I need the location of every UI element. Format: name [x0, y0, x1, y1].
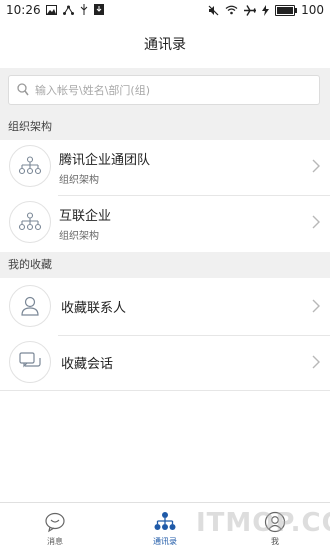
- org-item-title: 腾讯企业通团队: [59, 153, 151, 168]
- mute-icon: [208, 5, 219, 15]
- wifi-icon: [225, 5, 238, 15]
- airplane-icon: [244, 4, 257, 16]
- image-icon: [46, 4, 57, 15]
- download-icon: [94, 4, 104, 15]
- org-chart-icon: [18, 212, 42, 231]
- favorite-avatar: [9, 341, 51, 383]
- tab-messages[interactable]: 消息: [0, 503, 110, 551]
- status-left-icons: [46, 4, 104, 15]
- tab-label: 消息: [47, 537, 63, 546]
- search-bar: [0, 68, 330, 114]
- search-input[interactable]: [35, 80, 305, 100]
- page-title: 通讯录: [0, 22, 330, 68]
- watermark: ITMOP.COM: [196, 508, 330, 538]
- org-chart-icon: [154, 512, 176, 530]
- org-chart-icon: [18, 156, 42, 175]
- org-avatar: [9, 201, 51, 243]
- favorite-item-title: 收藏会话: [61, 357, 114, 372]
- favorite-item-contacts[interactable]: 收藏联系人: [0, 280, 330, 334]
- favorite-item-title: 收藏联系人: [61, 301, 127, 316]
- chat-bubbles-icon: [19, 352, 41, 368]
- status-bar: 10:26 100: [0, 0, 330, 22]
- status-time: 10:26: [6, 3, 41, 17]
- share-icon: [63, 5, 74, 15]
- battery-percent: 100: [301, 3, 324, 17]
- list-bottom-divider: [0, 390, 330, 391]
- search-icon: [17, 83, 29, 96]
- chevron-right-icon: [312, 159, 320, 173]
- org-item-title: 互联企业: [59, 209, 112, 224]
- person-icon: [21, 296, 39, 316]
- chat-icon: [45, 512, 65, 533]
- chevron-right-icon: [312, 299, 320, 313]
- status-right-icons: 100: [208, 3, 324, 17]
- section-header-org: 组织架构: [0, 114, 330, 140]
- org-item-subtitle: 组织架构: [59, 231, 99, 242]
- charging-icon: [262, 4, 270, 16]
- chevron-right-icon: [312, 215, 320, 229]
- org-avatar: [9, 145, 51, 187]
- usb-icon: [80, 4, 88, 15]
- org-item-tencent[interactable]: 腾讯企业通团队 组织架构: [0, 140, 330, 194]
- section-header-favorites: 我的收藏: [0, 252, 330, 278]
- favorite-avatar: [9, 285, 51, 327]
- battery-icon: [275, 4, 298, 16]
- org-item-interconnect[interactable]: 互联企业 组织架构: [0, 196, 330, 250]
- search-box[interactable]: [8, 75, 320, 105]
- org-item-subtitle: 组织架构: [59, 175, 99, 186]
- favorite-item-conversations[interactable]: 收藏会话: [0, 336, 330, 390]
- chevron-right-icon: [312, 355, 320, 369]
